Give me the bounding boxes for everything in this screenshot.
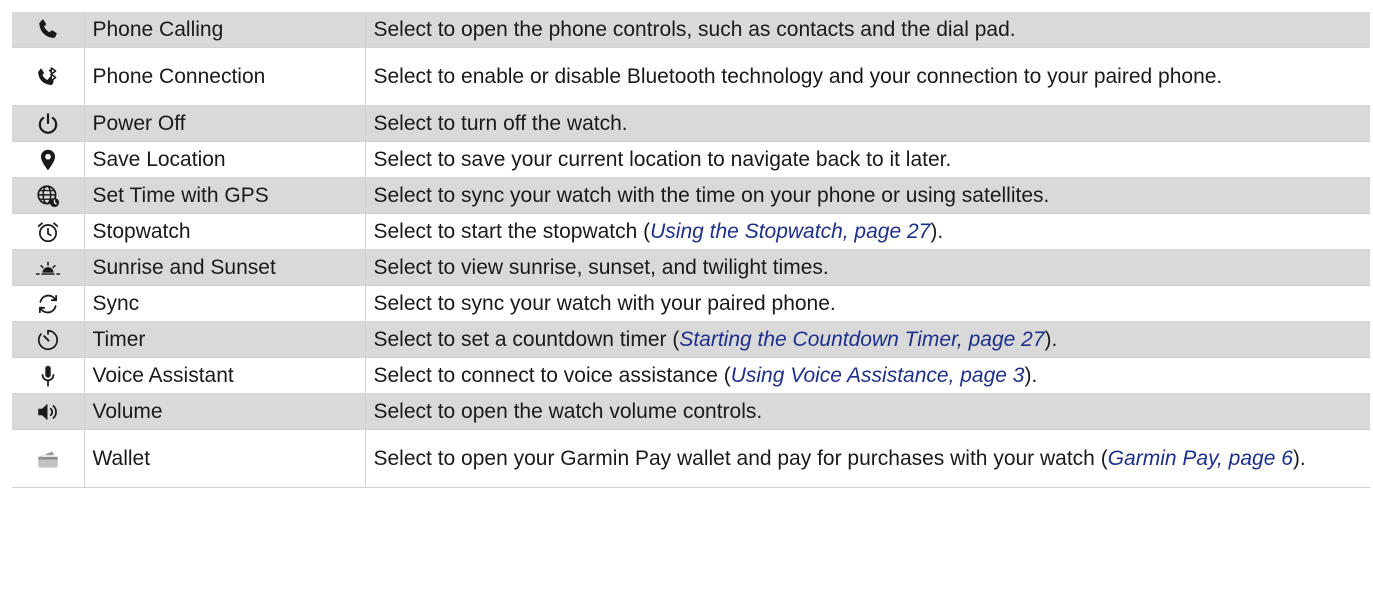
table-row: Volume Select to open the watch volume c…: [12, 393, 1370, 430]
control-description: Select to sync your watch with your pair…: [364, 285, 1370, 322]
sunrise-icon: [35, 261, 60, 275]
table-row: Sunrise and Sunset Select to view sunris…: [12, 249, 1370, 286]
location-pin-icon: [40, 149, 55, 170]
control-name: Set Time with GPS: [83, 177, 365, 214]
table-row: Voice Assistant Select to connect to voi…: [12, 357, 1370, 394]
timer-icon: [37, 329, 58, 350]
power-icon: [38, 112, 57, 134]
control-description: Select to open the phone controls, such …: [364, 12, 1370, 48]
control-description: Select to turn off the watch.: [364, 105, 1370, 142]
table-row: Phone Connection Select to enable or dis…: [12, 47, 1370, 106]
table-row: Sync Select to sync your watch with your…: [12, 285, 1370, 322]
table-row: Set Time with GPS Select to sync your wa…: [12, 177, 1370, 214]
table-row: Stopwatch Select to start the stopwatch …: [12, 213, 1370, 250]
phone-icon: [39, 19, 57, 38]
control-name: Timer: [83, 321, 365, 358]
control-description: Select to open the watch volume controls…: [364, 393, 1370, 430]
sync-icon: [38, 294, 57, 313]
table-row: Save Location Select to save your curren…: [12, 141, 1370, 178]
control-name: Sync: [83, 285, 365, 322]
control-name: Stopwatch: [83, 213, 365, 250]
page-reference-link[interactable]: Starting the Countdown Timer, page 27: [679, 328, 1044, 351]
page-reference-link[interactable]: Using the Stopwatch, page 27: [650, 220, 930, 243]
stopwatch-icon: [37, 221, 58, 242]
page-reference-link[interactable]: Garmin Pay, page 6: [1108, 447, 1293, 470]
page-reference-link[interactable]: Using Voice Assistance, page 3: [731, 364, 1025, 387]
control-name: Phone Calling: [83, 12, 365, 48]
globe-gps-icon: [37, 184, 59, 207]
volume-icon: [38, 403, 57, 420]
control-name: Sunrise and Sunset: [83, 249, 365, 286]
control-name: Power Off: [83, 105, 365, 142]
control-description: Select to connect to voice assistance (U…: [364, 357, 1370, 394]
control-name: Wallet: [83, 429, 365, 488]
table-row: Phone Calling Select to open the phone c…: [12, 12, 1370, 48]
control-description: Select to sync your watch with the time …: [364, 177, 1370, 214]
wallet-icon: [38, 450, 58, 468]
control-description: Select to enable or disable Bluetooth te…: [364, 47, 1370, 106]
control-description: Select to set a countdown timer (Startin…: [364, 321, 1370, 358]
control-description: Select to view sunrise, sunset, and twil…: [364, 249, 1370, 286]
control-name: Phone Connection: [83, 47, 365, 106]
table-row: Power Off Select to turn off the watch.: [12, 105, 1370, 142]
controls-table: Phone Calling Select to open the phone c…: [12, 12, 1370, 488]
control-name: Save Location: [83, 141, 365, 178]
microphone-icon: [41, 365, 55, 387]
table-row: Timer Select to set a countdown timer (S…: [12, 321, 1370, 358]
control-name: Volume: [83, 393, 365, 430]
control-description: Select to start the stopwatch (Using the…: [364, 213, 1370, 250]
table-row: Wallet Select to open your Garmin Pay wa…: [12, 429, 1370, 488]
phone-bluetooth-icon: [37, 66, 57, 85]
control-description: Select to open your Garmin Pay wallet an…: [364, 429, 1370, 488]
control-description: Select to save your current location to …: [364, 141, 1370, 178]
control-name: Voice Assistant: [83, 357, 365, 394]
